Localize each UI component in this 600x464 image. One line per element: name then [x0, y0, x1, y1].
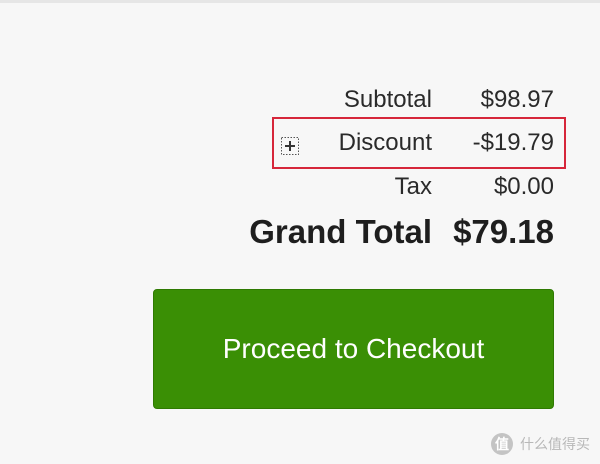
svg-text:值: 值: [495, 436, 509, 453]
subtotal-value: $98.97: [480, 86, 554, 113]
discount-label: Discount: [338, 129, 432, 156]
grand-total-row: Grand Total $79.18: [172, 213, 554, 251]
subtotal-label: Subtotal: [343, 86, 432, 113]
checkout-button-label: Proceed to Checkout: [222, 333, 485, 364]
grand-total-label: Grand Total: [249, 213, 432, 250]
tax-row: Tax $0.00: [252, 173, 554, 201]
tax-value: $0.00: [493, 173, 554, 200]
watermark-text: 什么值得买: [520, 437, 590, 453]
subtotal-row: Subtotal $98.97: [252, 86, 554, 114]
grand-total-value: $79.18: [453, 213, 554, 250]
order-totals: Subtotal $98.97 Discount -$19.79 Tax $0.…: [0, 0, 600, 260]
proceed-to-checkout-button[interactable]: Proceed to Checkout: [153, 289, 554, 409]
watermark: 值 什么值得买: [490, 432, 590, 456]
tax-label: Tax: [394, 173, 432, 200]
smzdm-logo-icon: 值: [490, 432, 514, 456]
discount-value: -$19.79: [472, 129, 554, 156]
discount-row: Discount -$19.79: [272, 129, 554, 157]
